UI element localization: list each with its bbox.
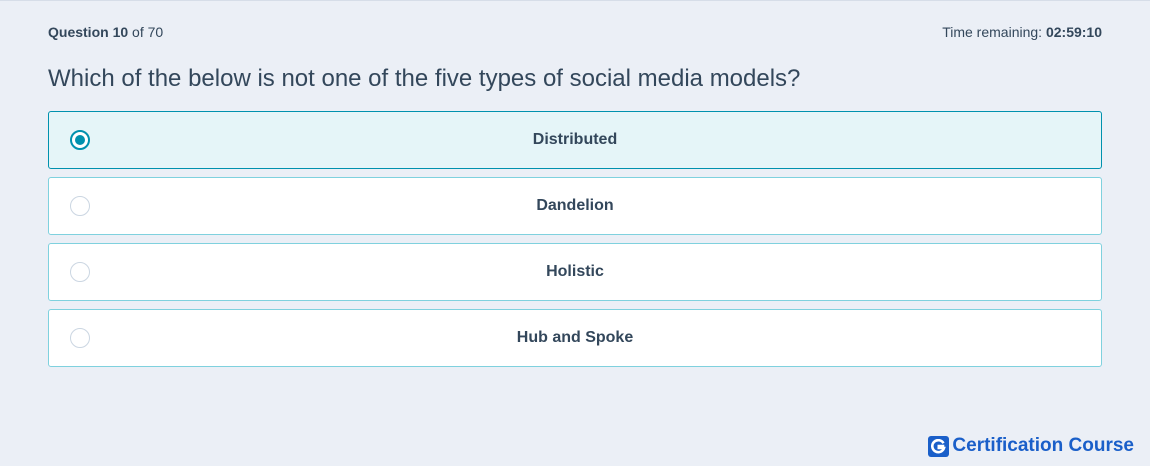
- answer-options: Distributed Dandelion Holistic Hub and S…: [48, 111, 1102, 375]
- answer-option-holistic[interactable]: Holistic: [48, 243, 1102, 301]
- radio-button[interactable]: [70, 262, 90, 282]
- question-counter-number: 10: [112, 24, 129, 40]
- quiz-page: Question 10 of 70 Time remaining: 02:59:…: [0, 0, 1150, 466]
- radio-button-selected[interactable]: [70, 130, 90, 150]
- answer-option-label: Holistic: [546, 263, 604, 280]
- certification-course-logo-icon: [928, 435, 950, 457]
- question-counter-total: of 70: [132, 24, 164, 40]
- timer: Time remaining: 02:59:10: [942, 24, 1102, 40]
- answer-option-dandelion[interactable]: Dandelion: [48, 177, 1102, 235]
- radio-button[interactable]: [70, 196, 90, 216]
- answer-option-label: Dandelion: [536, 197, 614, 214]
- radio-button[interactable]: [70, 328, 90, 348]
- answer-option-distributed[interactable]: Distributed: [48, 111, 1102, 169]
- brand-name: Certification Course: [952, 435, 1134, 456]
- question-counter: Question 10 of 70: [48, 24, 163, 40]
- question-text: Which of the below is not one of the fiv…: [48, 65, 801, 92]
- timer-value: 02:59:10: [1045, 24, 1102, 40]
- quiz-header: Question 10 of 70 Time remaining: 02:59:…: [48, 24, 1102, 40]
- question-counter-label: Question: [48, 24, 109, 40]
- timer-label: Time remaining:: [942, 24, 1043, 40]
- brand-logo: Certification Course: [928, 435, 1134, 457]
- answer-option-label: Distributed: [532, 131, 618, 148]
- answer-option-label: Hub and Spoke: [516, 329, 634, 346]
- answer-option-hub-and-spoke[interactable]: Hub and Spoke: [48, 309, 1102, 367]
